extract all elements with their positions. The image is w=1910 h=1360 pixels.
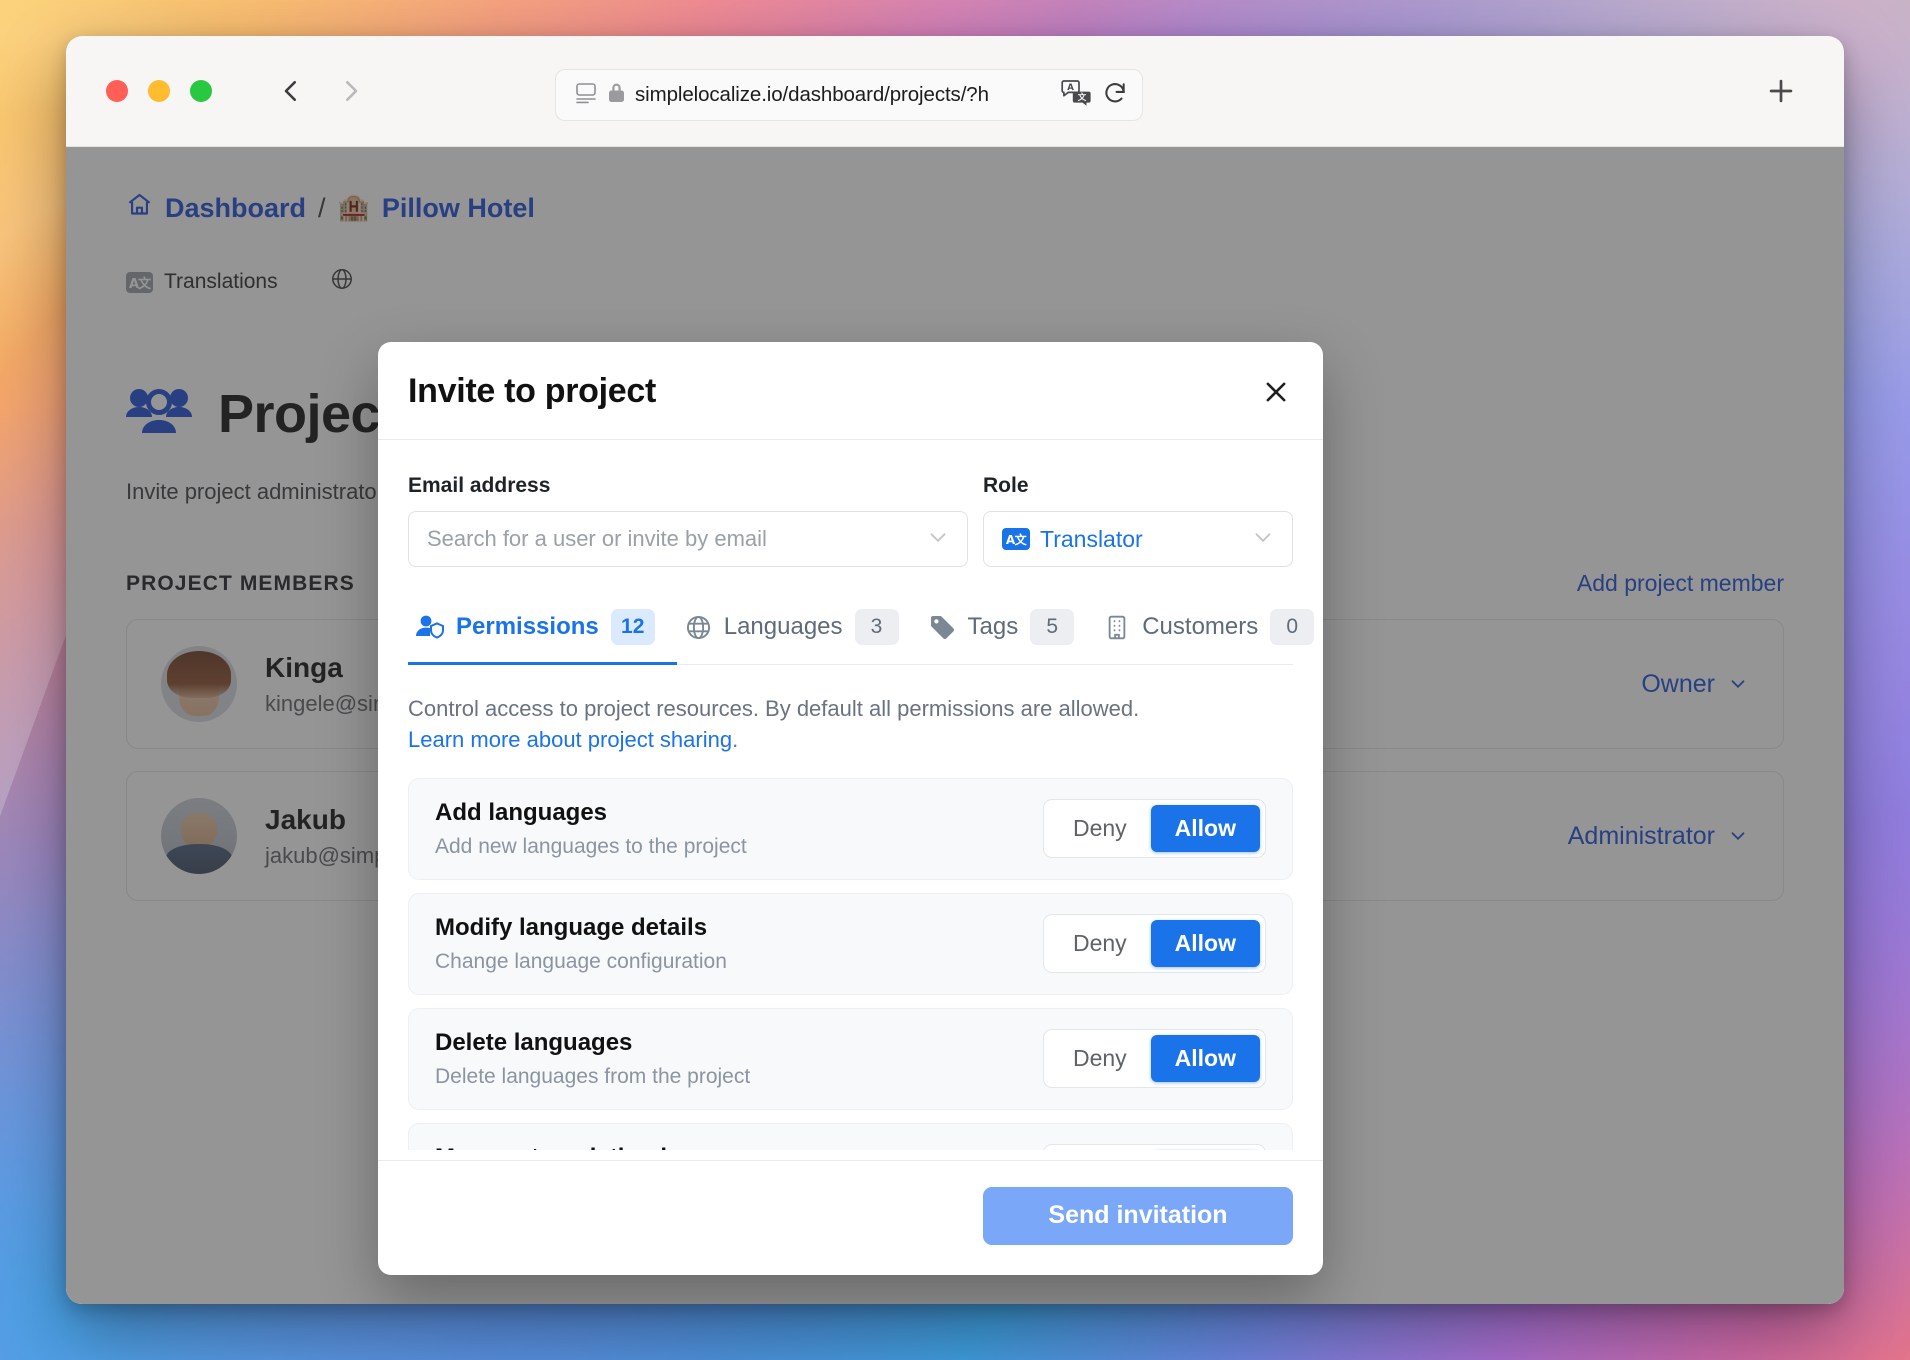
chevron-down-icon[interactable]: [1250, 524, 1276, 555]
tab-customers[interactable]: Customers 0: [1096, 601, 1323, 665]
svg-text:文: 文: [1078, 92, 1087, 103]
navigation-arrows: [276, 76, 366, 106]
tab-permissions[interactable]: Permissions 12: [408, 601, 677, 665]
deny-option[interactable]: Deny: [1049, 805, 1151, 852]
invite-form-row: Email address Search for a user or invit…: [408, 474, 1293, 567]
tab-languages-count: 3: [854, 609, 899, 645]
browser-window: simplelocalize.io/dashboard/projects/?h …: [66, 36, 1844, 1304]
permission-title: Modify language details: [435, 913, 708, 941]
permission-text: Manage translation keys Create, modify o…: [435, 1144, 945, 1150]
deny-option[interactable]: Deny: [1049, 1035, 1151, 1082]
page-viewport: Dashboard / 🏨 Pillow Hotel A文 Translatio…: [66, 147, 1844, 1304]
permissions-list[interactable]: Add languages Add new languages to the p…: [408, 777, 1293, 1150]
tab-tags[interactable]: Tags 5: [921, 601, 1097, 665]
close-icon[interactable]: [1259, 375, 1293, 409]
minimize-window-button[interactable]: [148, 80, 170, 102]
close-window-button[interactable]: [106, 80, 128, 102]
tag-icon: [929, 614, 956, 641]
tab-tags-count: 5: [1030, 609, 1075, 645]
allow-option[interactable]: Allow: [1150, 920, 1260, 968]
new-tab-button[interactable]: [1764, 74, 1798, 108]
permission-title: Manage translation keys: [435, 1144, 945, 1150]
list-item: Delete languages Delete languages from t…: [408, 1007, 1293, 1110]
tab-languages[interactable]: Languages 3: [677, 601, 921, 665]
permission-text: Add languages Add new languages to the p…: [435, 799, 747, 859]
back-arrow-icon[interactable]: [276, 76, 306, 106]
browser-toolbar: simplelocalize.io/dashboard/projects/?h …: [66, 36, 1844, 147]
email-field-placeholder: Search for a user or invite by email: [427, 526, 767, 551]
invite-to-project-dialog: Invite to project Email address Search f…: [378, 342, 1323, 1275]
permission-description: Add new languages to the project: [435, 834, 747, 858]
permission-text: Delete languages Delete languages from t…: [435, 1029, 750, 1089]
permission-description: Delete languages from the project: [435, 1064, 751, 1088]
svg-text:A: A: [1067, 83, 1074, 93]
reload-icon[interactable]: [1102, 80, 1128, 111]
desktop-wallpaper: simplelocalize.io/dashboard/projects/?h …: [0, 0, 1910, 1360]
permissions-intro: Control access to project resources. By …: [408, 693, 1293, 756]
maximize-window-button[interactable]: [190, 80, 212, 102]
forward-arrow-icon[interactable]: [336, 76, 366, 106]
translate-page-icon[interactable]: A 文: [1061, 79, 1092, 111]
tab-tags-label: Tags: [967, 613, 1019, 640]
role-field-group: Role A文 Translator: [983, 474, 1293, 567]
tab-customers-count: 0: [1270, 609, 1315, 645]
list-item: Add languages Add new languages to the p…: [408, 777, 1293, 880]
globe-icon: [685, 614, 712, 641]
role-select-value: Translator: [1040, 525, 1143, 552]
permission-text: Modify language details Change language …: [435, 914, 727, 974]
tab-languages-label: Languages: [723, 613, 843, 640]
reader-view-icon[interactable]: [574, 82, 598, 109]
window-controls: [106, 80, 212, 102]
learn-more-link[interactable]: Learn more about project sharing: [408, 727, 732, 752]
modal-tabs: Permissions 12 Languages 3 Tags 5 Custom…: [408, 601, 1315, 665]
tab-permissions-label: Permissions: [456, 613, 599, 640]
modal-body: Email address Search for a user or invit…: [378, 440, 1323, 1150]
modal-header: Invite to project: [378, 342, 1323, 440]
translator-badge-icon: A文: [1002, 528, 1030, 550]
send-invitation-button[interactable]: Send invitation: [983, 1186, 1293, 1245]
permission-toggle[interactable]: Deny Allow: [1042, 914, 1266, 974]
tab-permissions-count: 12: [610, 609, 655, 645]
allow-option[interactable]: Allow: [1150, 805, 1260, 853]
tab-customers-label: Customers: [1142, 613, 1259, 640]
allow-option[interactable]: Allow: [1150, 1035, 1260, 1083]
list-item: Modify language details Change language …: [408, 892, 1293, 995]
url-text: simplelocalize.io/dashboard/projects/?h: [635, 83, 989, 106]
deny-option[interactable]: Deny: [1049, 920, 1151, 967]
email-field-group: Email address Search for a user or invit…: [408, 474, 968, 567]
address-bar[interactable]: simplelocalize.io/dashboard/projects/?h …: [555, 69, 1143, 121]
modal-title: Invite to project: [408, 372, 657, 410]
permission-title: Add languages: [435, 798, 608, 826]
permission-title: Delete languages: [435, 1028, 633, 1056]
permission-toggle[interactable]: Deny Allow: [1042, 799, 1266, 859]
role-field-label: Role: [983, 474, 1029, 497]
building-icon: [1104, 614, 1130, 641]
permission-toggle[interactable]: Deny Allow: [1042, 1029, 1266, 1089]
email-field-label: Email address: [408, 474, 551, 497]
user-shield-icon: [416, 614, 444, 640]
permissions-intro-text: Control access to project resources. By …: [408, 696, 1140, 721]
lock-icon: [608, 82, 625, 108]
chevron-down-icon[interactable]: [925, 524, 951, 555]
email-field[interactable]: Search for a user or invite by email: [408, 511, 968, 567]
role-select[interactable]: A文 Translator: [983, 511, 1293, 567]
list-item: Manage translation keys Create, modify o…: [408, 1122, 1293, 1150]
modal-footer: Send invitation: [378, 1159, 1323, 1275]
permission-description: Change language configuration: [435, 949, 727, 973]
permission-toggle[interactable]: Deny Allow: [1042, 1144, 1266, 1150]
intro-period: .: [732, 727, 739, 753]
